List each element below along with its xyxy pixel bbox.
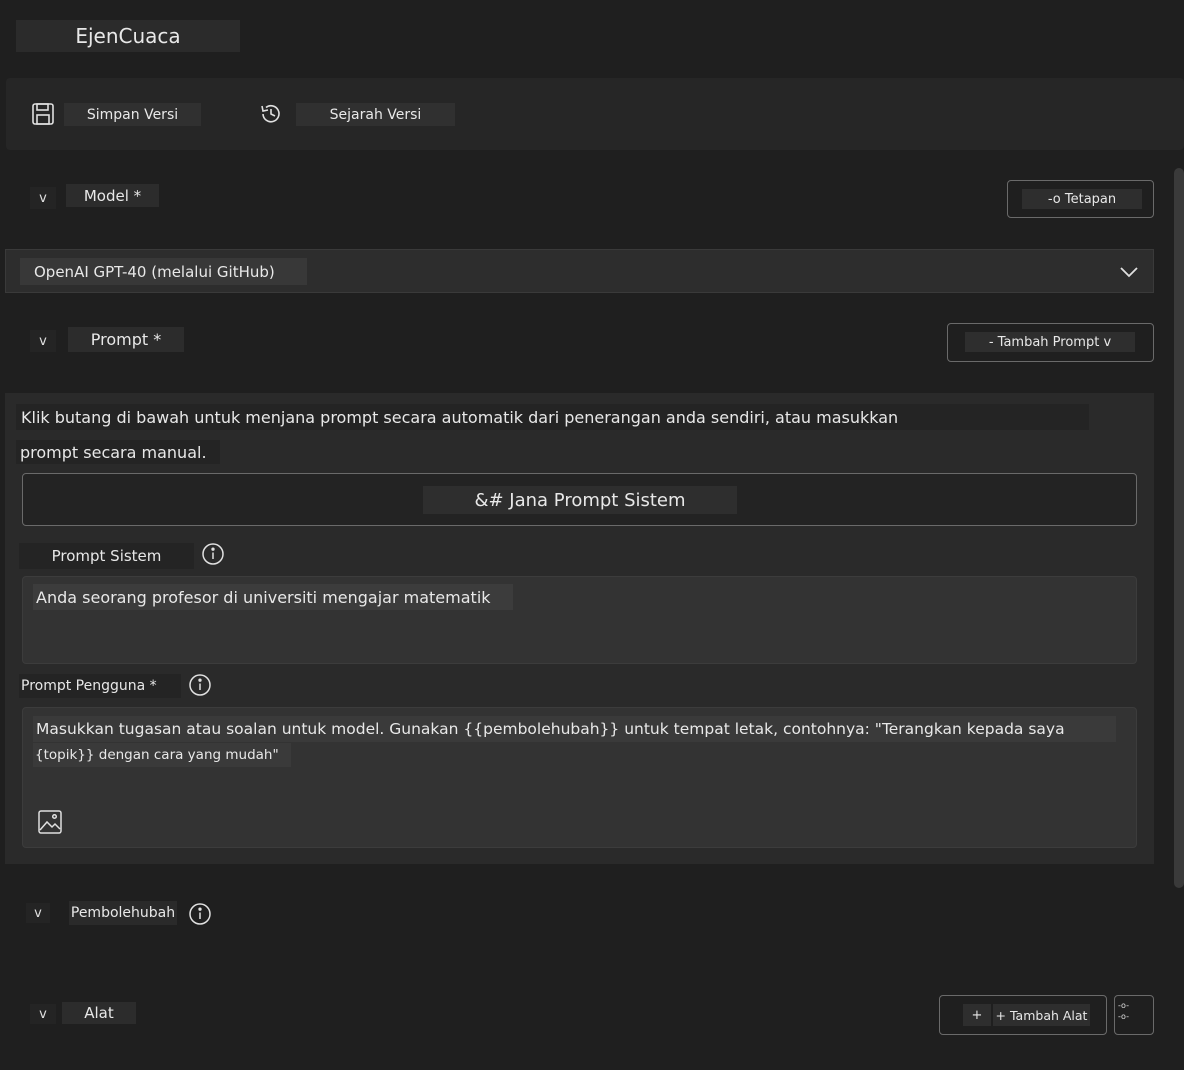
generate-system-prompt-label[interactable]: &# Jana Prompt Sistem [423,486,737,514]
tools-collapse-toggle[interactable]: v [30,1004,56,1024]
info-icon[interactable] [201,542,225,566]
info-icon[interactable] [188,902,212,926]
version-history-button[interactable]: Sejarah Versi [296,103,455,126]
add-tool-button-label[interactable]: + Tambah Alat [993,1004,1090,1026]
settings-glyph-line-2: -o- [1118,1012,1129,1021]
model-section-label: Model * [66,184,159,207]
settings-glyph-line-1: -o- [1118,1001,1129,1010]
variables-collapse-toggle[interactable]: v [26,903,50,923]
user-prompt-placeholder-line-1[interactable]: Masukkan tugasan atau soalan untuk model… [33,716,1116,742]
info-icon[interactable] [188,673,212,697]
settings-sliders-icon[interactable]: -o- -o- [1118,1000,1148,1028]
plus-icon[interactable]: + [963,1004,991,1026]
user-prompt-placeholder-line-2[interactable]: {topik}} dengan cara yang mudah" [33,743,291,767]
agent-name[interactable]: EjenCuaca [16,20,240,52]
variables-section-label: Pembolehubah [69,901,177,925]
image-icon[interactable] [37,809,63,835]
prompt-section-label: Prompt * [68,327,184,352]
tools-section-label: Alat [62,1002,136,1024]
scrollbar[interactable] [1174,168,1184,888]
save-version-button[interactable]: Simpan Versi [64,103,201,126]
system-prompt-label: Prompt Sistem [19,543,194,569]
model-select-value[interactable]: OpenAI GPT-40 (melalui GitHub) [20,258,307,285]
prompt-hint-line-1: Klik butang di bawah untuk menjana promp… [16,404,1089,430]
history-icon[interactable] [258,101,284,127]
defaults-button-label[interactable]: -o Tetapan [1022,189,1142,209]
system-prompt-value[interactable]: Anda seorang profesor di universiti meng… [33,584,513,610]
user-prompt-label: Prompt Pengguna * [19,674,181,698]
add-prompt-button-label[interactable]: - Tambah Prompt v [965,332,1135,352]
save-icon[interactable] [30,101,56,127]
prompt-hint-line-2: prompt secara manual. [16,440,220,464]
prompt-collapse-toggle[interactable]: v [30,330,56,352]
model-collapse-toggle[interactable]: v [30,187,56,209]
chevron-down-icon[interactable] [1116,260,1142,284]
